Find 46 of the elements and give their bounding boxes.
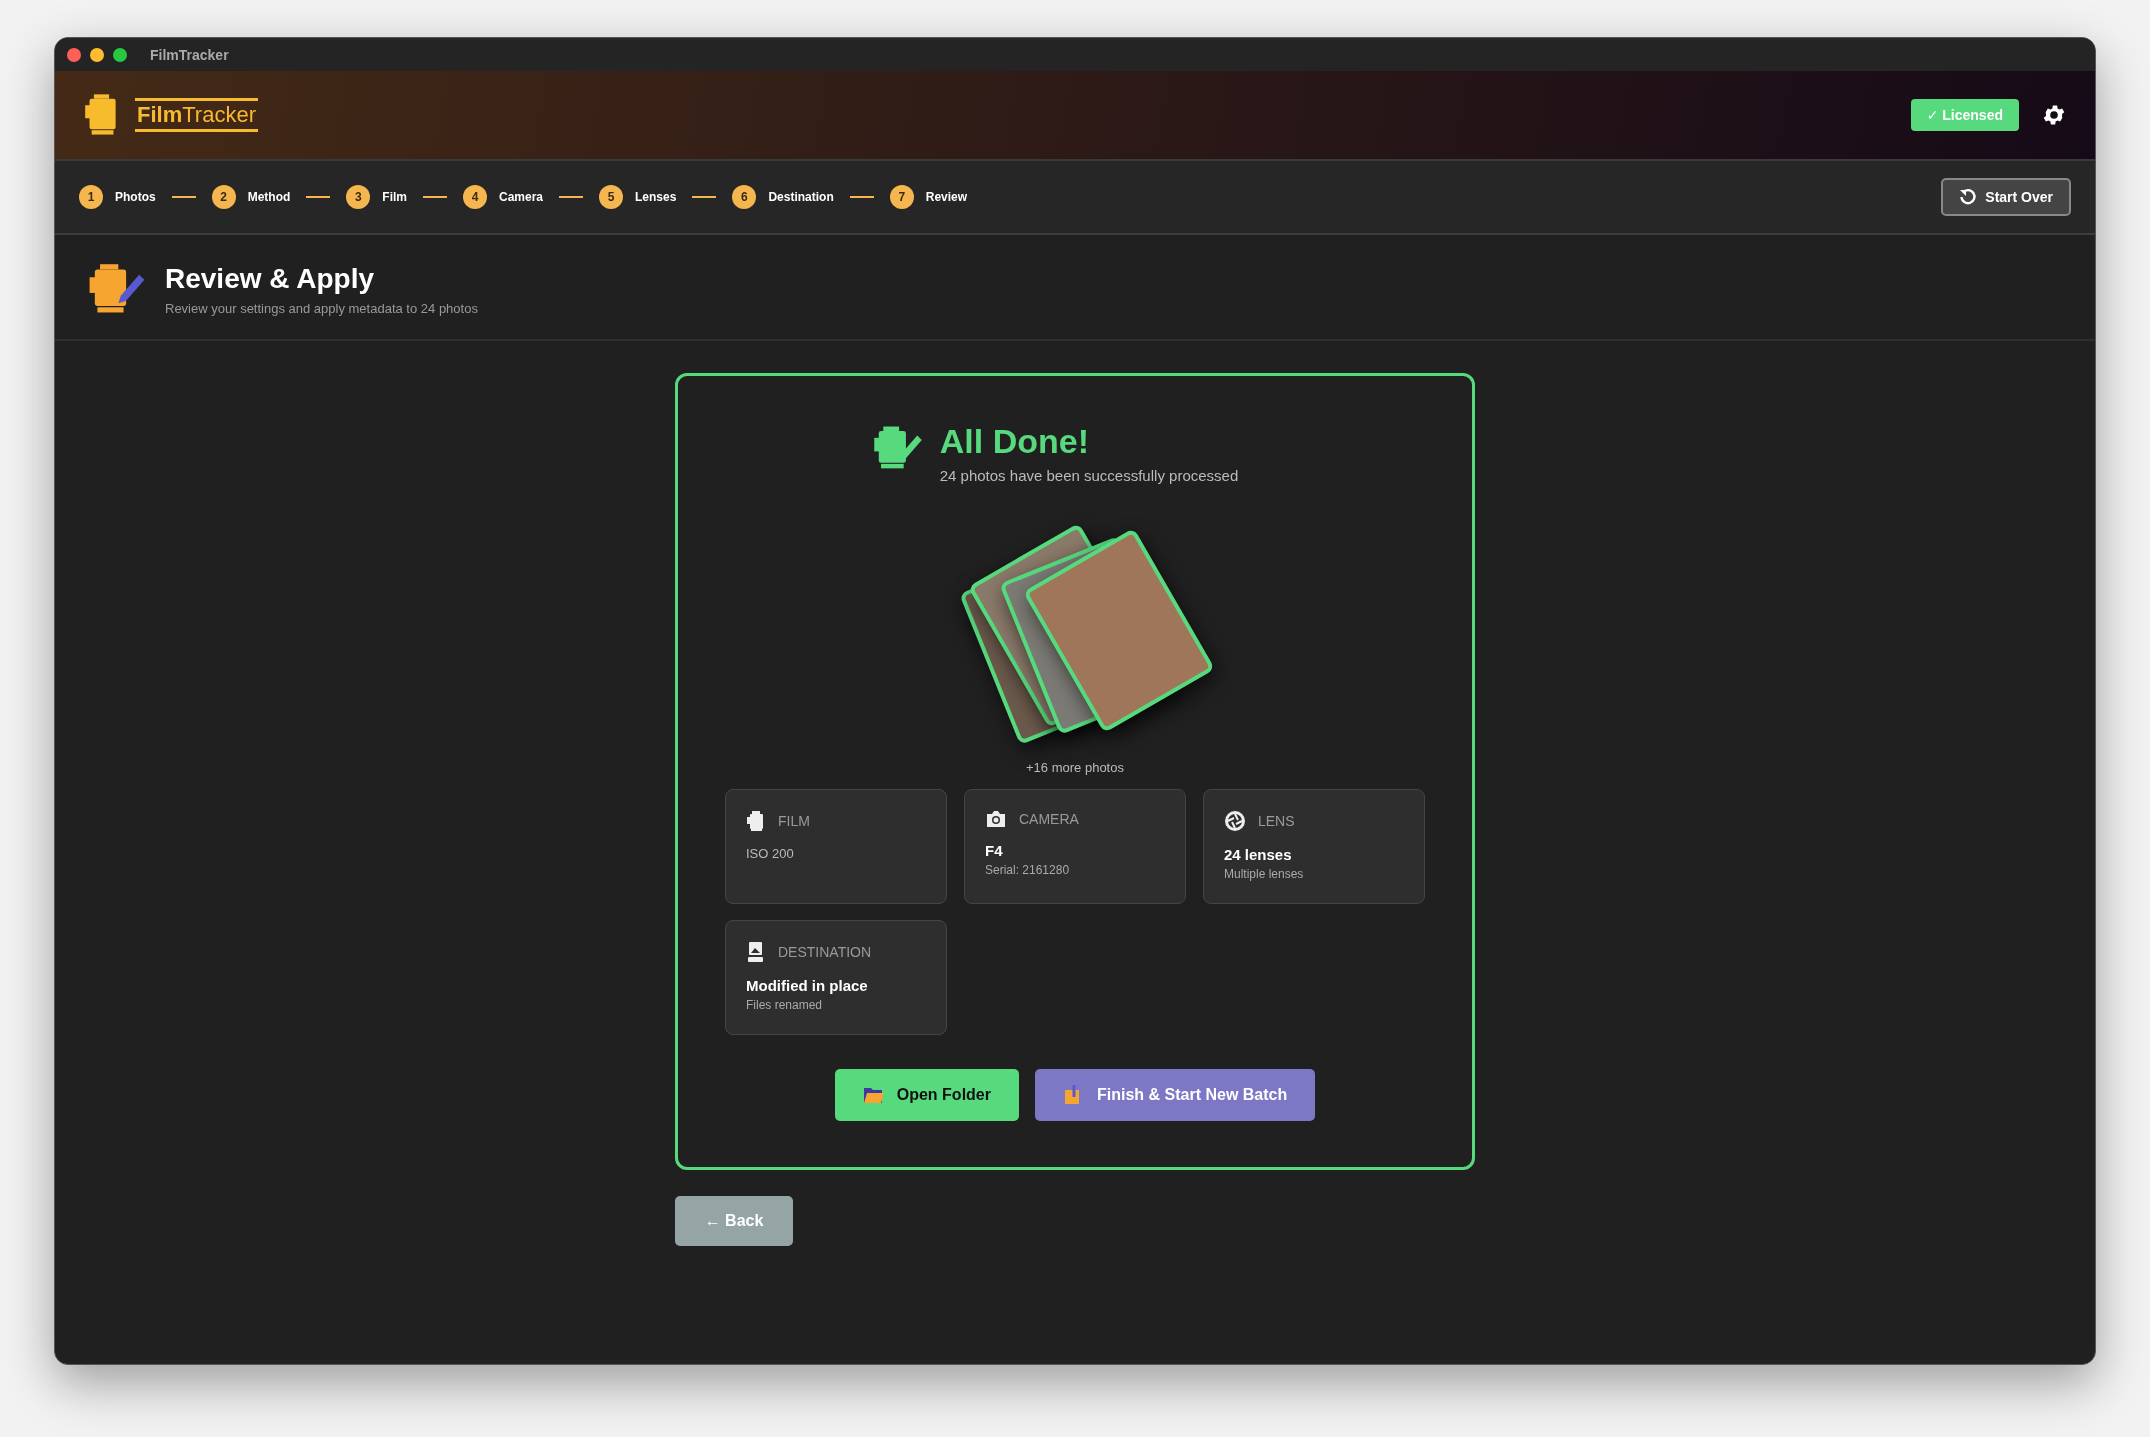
step-label: Review <box>925 190 968 204</box>
summary-value: F4 <box>985 842 1004 859</box>
step-number: 3 <box>346 185 371 209</box>
refresh-icon <box>1959 188 1978 206</box>
app-logo: FilmTracker <box>135 98 258 132</box>
step-number: 4 <box>463 185 487 209</box>
step-label: Method <box>247 190 291 204</box>
summary-value: 24 lenses <box>1224 846 1293 863</box>
zoom-button[interactable] <box>113 47 127 62</box>
folder-icon <box>862 1086 885 1104</box>
summary-label: LENS <box>1258 813 1295 829</box>
photo-stack-icon <box>746 941 766 963</box>
finish-batch-button[interactable]: Finish & Start New Batch <box>1035 1069 1316 1121</box>
open-folder-button[interactable]: Open Folder <box>834 1069 1019 1121</box>
step-label: Photos <box>115 190 156 204</box>
camera-icon <box>985 810 1007 828</box>
step-label: Camera <box>499 190 544 204</box>
summary-detail: ISO 200 <box>746 846 795 861</box>
summary-label: FILM <box>778 813 810 829</box>
start-over-button[interactable]: Start Over <box>1941 178 2071 216</box>
step-label: Lenses <box>635 190 677 204</box>
summary-label: DESTINATION <box>778 944 872 960</box>
settings-button[interactable] <box>2041 102 2067 128</box>
step-label: Film <box>382 190 407 204</box>
summary-detail: Files renamed <box>746 998 824 1012</box>
step-label: Destination <box>768 190 834 204</box>
success-title: All Done! <box>939 422 1090 461</box>
step-number: 5 <box>599 185 624 209</box>
aperture-icon <box>1224 810 1246 832</box>
summary-detail: Serial: 2161280 <box>985 863 1071 877</box>
page-subtitle: Review your settings and apply metadata to 24 photos <box>165 300 478 316</box>
success-message: 24 photos have been successfully processed <box>939 467 1239 484</box>
step-number: 2 <box>211 185 236 209</box>
summary-value: Modified in place <box>746 977 869 994</box>
summary-detail: Multiple lenses <box>1224 867 1305 881</box>
window-title: FilmTracker <box>150 46 229 63</box>
minimize-button[interactable] <box>90 47 104 62</box>
step-number: 7 <box>889 185 914 209</box>
film-canister-icon <box>746 810 766 832</box>
summary-label: CAMERA <box>1019 811 1079 827</box>
step-number: 1 <box>79 185 103 209</box>
more-photos-label: +16 more photos <box>1026 760 1124 775</box>
page-title: Review & Apply <box>165 262 375 295</box>
close-button[interactable] <box>67 47 81 62</box>
step-number: 6 <box>732 185 757 209</box>
license-badge: ✓ Licensed <box>1910 99 2019 131</box>
